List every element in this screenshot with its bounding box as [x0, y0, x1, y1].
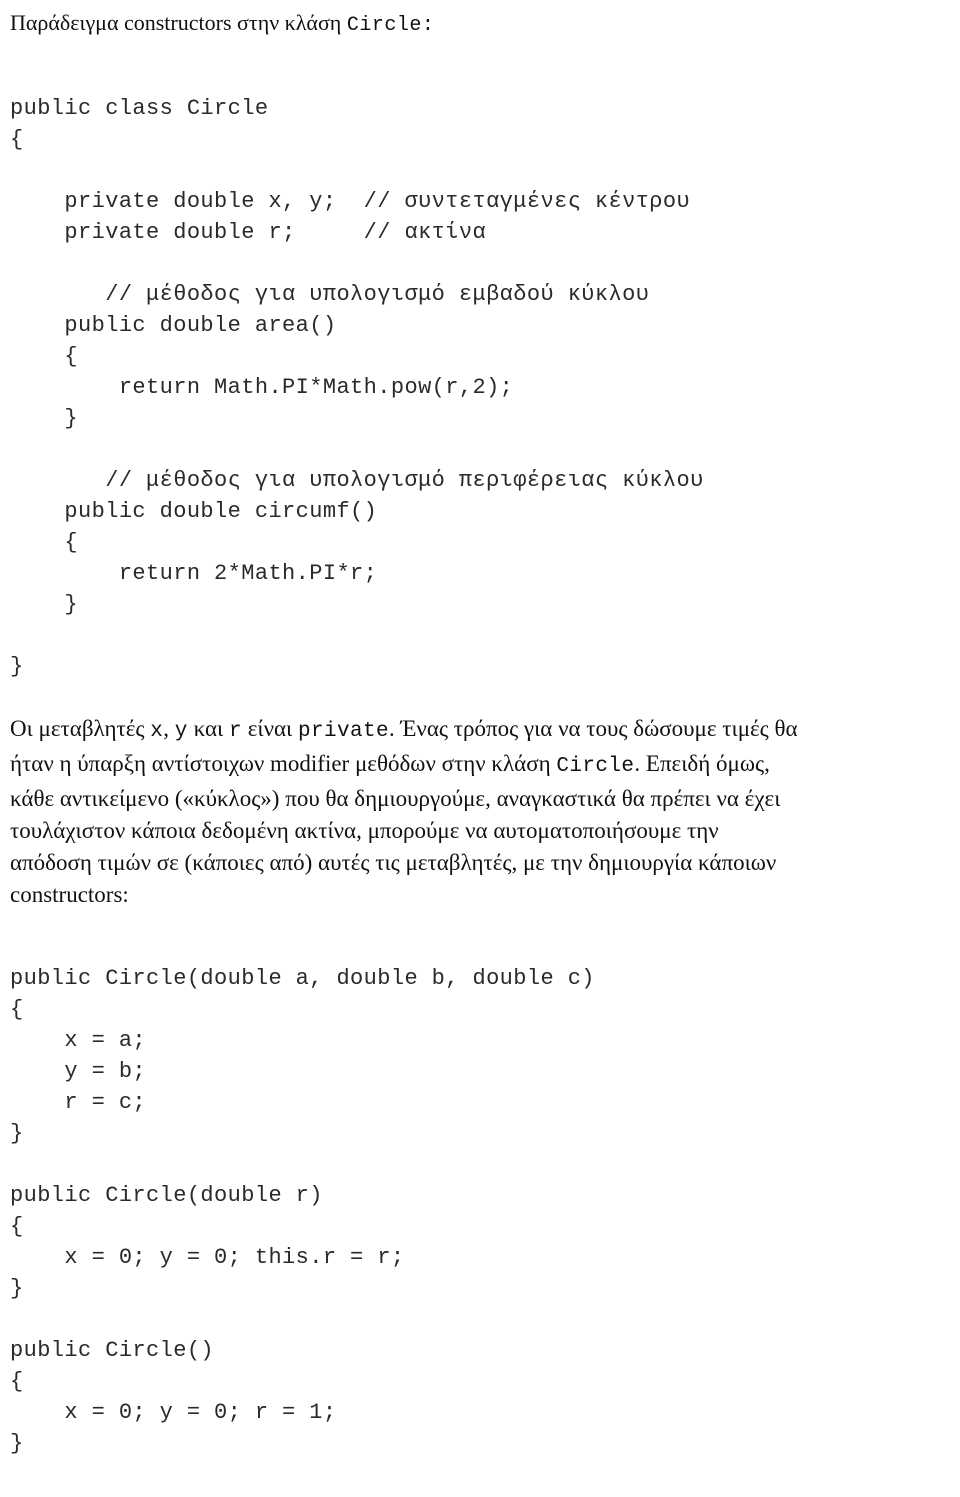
constructor-one-arg-code-block: public Circle(double r) { x = 0; y = 0; …: [10, 1180, 950, 1304]
code-line: }: [10, 1121, 24, 1146]
code-line: r = c;: [10, 1090, 147, 1115]
code-line: }: [10, 406, 79, 431]
code-line: x = 0; y = 0; r = 1;: [10, 1400, 337, 1425]
spacer-between-constructors-2: [10, 1304, 950, 1335]
paragraph-text: και: [187, 716, 229, 741]
inline-code-x: x: [150, 720, 164, 743]
paragraph-line: ήταν η ύπαρξη αντίστοιχων modifier μεθόδ…: [10, 748, 948, 783]
paragraph-line: τουλάχιστον κάποια δεδομένη ακτίνα, μπορ…: [10, 818, 719, 843]
spacer-before-constructors: [10, 911, 950, 963]
code-line: public double area(): [10, 313, 337, 338]
inline-code-private: private: [297, 720, 389, 743]
inline-code-y: y: [174, 720, 188, 743]
code-line: {: [10, 1214, 24, 1239]
code-line: public Circle(double a, double b, double…: [10, 966, 595, 991]
paragraph-text: ήταν η ύπαρξη αντίστοιχων modifier μεθόδ…: [10, 751, 557, 776]
constructor-default-code-block: public Circle() { x = 0; y = 0; r = 1; }: [10, 1335, 950, 1459]
paragraph-text: είναι: [241, 716, 298, 741]
code-line: // μέθοδος για υπολογισμό περιφέρειας κύ…: [10, 468, 704, 493]
intro-heading: Παράδειγμα constructors στην κλάση Circl…: [10, 8, 950, 41]
inline-code-r: r: [228, 720, 242, 743]
code-line: {: [10, 127, 24, 152]
paragraph-line: Οι μεταβλητές x, y και r είναι private. …: [10, 713, 948, 748]
code-line: }: [10, 654, 24, 679]
code-line: {: [10, 530, 79, 555]
code-line: public class Circle: [10, 96, 269, 121]
code-line: public Circle(double r): [10, 1183, 323, 1208]
code-line: }: [10, 592, 79, 617]
paragraph-text: Οι μεταβλητές: [10, 716, 151, 741]
code-line: return Math.PI*Math.pow(r,2);: [10, 375, 514, 400]
inline-code-circle: Circle: [556, 755, 635, 778]
paragraph-text: . Επειδή όμως,: [634, 751, 770, 776]
code-line: x = a;: [10, 1028, 147, 1053]
intro-prose-text: Παράδειγμα constructors στην κλάση: [10, 10, 347, 35]
class-definition-code-block: public class Circle { private double x, …: [10, 93, 950, 682]
intro-class-name-code: Circle:: [346, 14, 435, 37]
code-line: y = b;: [10, 1059, 147, 1084]
constructor-three-arg-code-block: public Circle(double a, double b, double…: [10, 963, 950, 1149]
code-line: {: [10, 344, 79, 369]
paragraph-text: ,: [163, 716, 175, 741]
paragraph-line: απόδοση τιμών σε (κάποιες από) αυτές τις…: [10, 850, 777, 875]
code-line: private double r; // ακτίνα: [10, 220, 487, 245]
spacer-between-constructors-1: [10, 1149, 950, 1180]
code-line: // μέθοδος για υπολογισμό εμβαδού κύκλου: [10, 282, 650, 307]
paragraph-line: κάθε αντικείμενο («κύκλος») που θα δημιο…: [10, 786, 781, 811]
paragraph-line: constructors:: [10, 882, 129, 907]
document-page: Παράδειγμα constructors στην κλάση Circl…: [0, 0, 960, 1497]
code-line: return 2*Math.PI*r;: [10, 561, 378, 586]
code-line: }: [10, 1431, 24, 1456]
code-line: private double x, y; // συντεταγμένες κέ…: [10, 189, 691, 214]
spacer-after-intro: [10, 41, 950, 93]
spacer-before-paragraph: [10, 682, 950, 713]
code-line: public double circumf(): [10, 499, 378, 524]
code-line: {: [10, 1369, 24, 1394]
code-line: {: [10, 997, 24, 1022]
explanation-paragraph: Οι μεταβλητές x, y και r είναι private. …: [10, 713, 950, 911]
code-line: public Circle(): [10, 1338, 215, 1363]
code-line: x = 0; y = 0; this.r = r;: [10, 1245, 405, 1270]
code-line: }: [10, 1276, 24, 1301]
paragraph-text: . Ένας τρόπος για να τους δώσουμε τιμές …: [388, 716, 798, 741]
